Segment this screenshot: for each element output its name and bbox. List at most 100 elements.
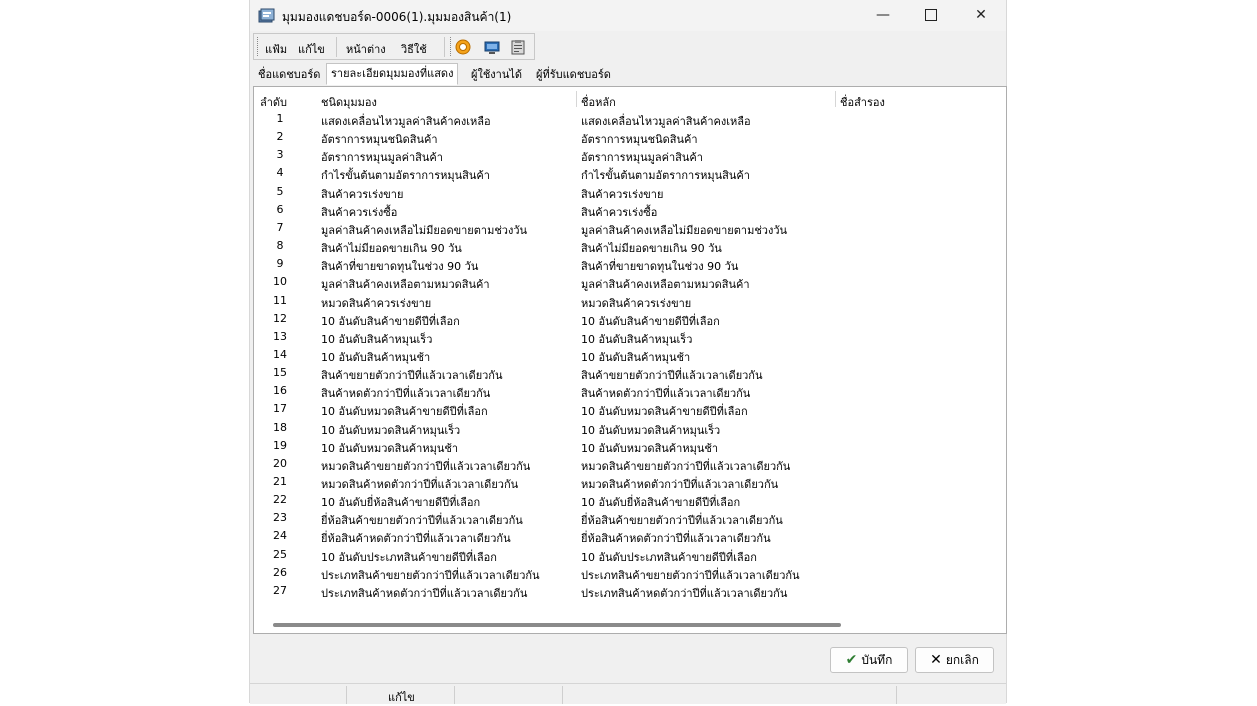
tab-view-details[interactable]: รายละเอียดมุมมองที่แสดง — [326, 63, 459, 85]
table-row[interactable]: 20 หมวดสินค้าขยายตัวกว่าปีที่แล้วเวลาเดีย… — [254, 455, 1004, 473]
dashboard-view-window: มุมมองแดชบอร์ด-0006(1).มุมมองสินค้า(1) —… — [249, 0, 1007, 704]
table-row[interactable]: 10 มูลค่าสินค้าคงเหลือตามหมวดสินค้า มูลค่า… — [254, 273, 1004, 291]
toolbar-separator — [444, 37, 445, 57]
status-mode: แก้ไข — [388, 691, 415, 704]
title-bar[interactable]: มุมมองแดชบอร์ด-0006(1).มุมมองสินค้า(1) —… — [250, 0, 1006, 31]
table-row[interactable]: 15 สินค้าขยายตัวกว่าปีที่แล้วเวลาเดียวกัน… — [254, 364, 1004, 382]
x-icon: ✕ — [930, 652, 942, 668]
window-title: มุมมองแดชบอร์ด-0006(1).มุมมองสินค้า(1) — [282, 10, 512, 24]
row-seq-cell: 5 — [276, 184, 284, 198]
cancel-button-label: ยกเลิก — [945, 653, 979, 667]
row-seq-cell: 23 — [273, 511, 287, 525]
row-type-cell: ประเภทสินค้าหดตัวกว่าปีที่แล้วเวลาเดียวก… — [321, 586, 528, 600]
row-seq-cell: 11 — [273, 293, 287, 307]
table-row[interactable]: 8 สินค้าไม่มียอดขายเกิน 90 วัน สินค้าไม่มี… — [254, 237, 1004, 255]
column-header-alt-name[interactable]: ชื่อสำรอง — [840, 93, 885, 111]
table-row[interactable]: 27 ประเภทสินค้าหดตัวกว่าปีที่แล้วเวลาเดีย… — [254, 582, 1004, 600]
table-row[interactable]: 17 10 อันดับหมวดสินค้าขายดีปีที่เลือก 10 อ… — [254, 400, 1004, 418]
menu-window[interactable]: หน้าต่าง — [346, 40, 386, 58]
monitor-icon[interactable] — [484, 39, 500, 55]
close-icon: ✕ — [975, 7, 987, 23]
table-row[interactable]: 6 สินค้าควรเร่งซื้อ สินค้าควรเร่งซื้อ — [254, 201, 1004, 219]
app-icon — [258, 8, 275, 23]
row-seq-cell: 16 — [273, 384, 287, 398]
tab-allowed-users[interactable]: ผู้ใช้งานได้ — [466, 64, 527, 84]
row-seq-cell: 27 — [273, 583, 287, 597]
column-header-type[interactable]: ชนิดมุมมอง — [321, 93, 377, 111]
clipboard-icon[interactable] — [510, 39, 526, 55]
toolbar-separator — [336, 37, 337, 57]
row-seq-cell: 6 — [276, 202, 284, 216]
row-seq-cell: 2 — [276, 130, 284, 144]
table-row[interactable]: 19 10 อันดับหมวดสินค้าหมุนช้า 10 อันดับหมว… — [254, 437, 1004, 455]
row-seq-cell: 19 — [273, 438, 287, 452]
table-row[interactable]: 24 ยี่ห้อสินค้าหดตัวกว่าปีที่แล้วเวลาเดีย… — [254, 527, 1004, 545]
row-seq-cell: 1 — [276, 112, 284, 125]
row-seq-cell: 14 — [273, 347, 287, 361]
row-seq-cell: 24 — [273, 529, 287, 543]
minimize-icon: — — [876, 7, 890, 23]
table-row[interactable]: 1 แสดงเคลื่อนไหวมูลค่าสินค้าคงเหลือ แสดงเค… — [254, 110, 1004, 128]
refresh-icon[interactable] — [455, 39, 471, 55]
row-seq-cell: 9 — [276, 257, 284, 271]
row-seq-cell: 18 — [273, 420, 287, 434]
column-divider[interactable] — [576, 91, 577, 107]
tab-dashboard-recipients[interactable]: ผู้ที่รับแดชบอร์ด — [531, 64, 616, 84]
view-details-grid[interactable]: ลำดับ ชนิดมุมมอง ชื่อหลัก ชื่อสำรอง 1 แสด… — [253, 86, 1007, 634]
row-seq-cell: 13 — [273, 329, 287, 343]
table-row[interactable]: 22 10 อันดับยี่ห้อสินค้าขายดีปีที่เลือก 10… — [254, 491, 1004, 509]
toolbar-grip[interactable] — [450, 37, 453, 56]
table-row[interactable]: 18 10 อันดับหมวดสินค้าหมุนเร็ว 10 อันดับหม… — [254, 419, 1004, 437]
column-divider[interactable] — [835, 91, 836, 107]
row-seq-cell: 22 — [273, 493, 287, 507]
table-row[interactable]: 26 ประเภทสินค้าขยายตัวกว่าปีที่แล้วเวลาเด… — [254, 564, 1004, 582]
table-row[interactable]: 7 มูลค่าสินค้าคงเหลือไม่มียอดขายตามช่วงวั… — [254, 219, 1004, 237]
horizontal-scrollbar[interactable] — [273, 623, 841, 627]
table-row[interactable]: 13 10 อันดับสินค้าหมุนเร็ว 10 อันดับสินค้า… — [254, 328, 1004, 346]
menu-file[interactable]: แฟ้ม — [265, 40, 287, 58]
minimize-button[interactable]: — — [860, 0, 906, 31]
row-seq-cell: 7 — [276, 220, 284, 234]
table-row[interactable]: 21 หมวดสินค้าหดตัวกว่าปีที่แล้วเวลาเดียวก… — [254, 473, 1004, 491]
row-seq-cell: 12 — [273, 311, 287, 325]
table-row[interactable]: 14 10 อันดับสินค้าหมุนช้า 10 อันดับสินค้าห… — [254, 346, 1004, 364]
menu-help[interactable]: วิธีใช้ — [401, 40, 427, 58]
status-bar: แก้ไข — [250, 683, 1006, 704]
row-seq-cell: 25 — [273, 547, 287, 561]
table-row[interactable]: 9 สินค้าที่ขายขาดทุนในช่วง 90 วัน สินค้าที… — [254, 255, 1004, 273]
table-row[interactable]: 16 สินค้าหดตัวกว่าปีที่แล้วเวลาเดียวกัน สิ… — [254, 382, 1004, 400]
save-button[interactable]: ✔ บันทึก — [830, 647, 908, 673]
table-row[interactable]: 2 อัตราการหมุนชนิดสินค้า อัตราการหมุนชนิดส… — [254, 128, 1004, 146]
row-seq-cell: 3 — [276, 148, 284, 162]
cancel-button[interactable]: ✕ ยกเลิก — [915, 647, 994, 673]
close-button[interactable]: ✕ — [958, 0, 1004, 31]
table-row[interactable]: 11 หมวดสินค้าควรเร่งขาย หมวดสินค้าควรเร่งข… — [254, 292, 1004, 310]
maximize-button[interactable] — [908, 0, 954, 31]
row-seq-cell: 17 — [273, 402, 287, 416]
table-row[interactable]: 25 10 อันดับประเภทสินค้าขายดีปีที่เลือก 10… — [254, 546, 1004, 564]
table-row[interactable]: 4 กำไรขั้นต้นตามอัตราการหมุนสินค้า กำไรขั้… — [254, 164, 1004, 182]
table-row[interactable]: 23 ยี่ห้อสินค้าขยายตัวกว่าปีที่แล้วเวลาเด… — [254, 509, 1004, 527]
save-button-label: บันทึก — [861, 653, 893, 667]
row-seq-cell: 15 — [273, 366, 287, 380]
row-seq-cell: 26 — [273, 565, 287, 579]
row-seq-cell: 21 — [273, 475, 287, 488]
menu-toolbar: แฟ้ม แก้ไข หน้าต่าง วิธีใช้ — [253, 33, 535, 60]
toolbar-grip[interactable] — [257, 37, 260, 56]
row-main-name-cell: ประเภทสินค้าหดตัวกว่าปีที่แล้วเวลาเดียวก… — [581, 586, 788, 600]
maximize-icon — [925, 9, 937, 21]
status-divider — [346, 686, 347, 704]
table-row[interactable]: 12 10 อันดับสินค้าขายดีปีที่เลือก 10 อันดั… — [254, 310, 1004, 328]
row-seq-cell: 8 — [276, 239, 284, 253]
column-header-seq[interactable]: ลำดับ — [260, 93, 287, 111]
status-divider — [896, 686, 897, 704]
table-row[interactable]: 5 สินค้าควรเร่งขาย สินค้าควรเร่งขาย — [254, 183, 1004, 201]
check-icon: ✔ — [845, 652, 858, 668]
tab-dashboard-name[interactable]: ชื่อแดชบอร์ด — [253, 64, 325, 84]
row-seq-cell: 20 — [273, 456, 287, 470]
column-header-main-name[interactable]: ชื่อหลัก — [581, 93, 616, 111]
status-divider — [562, 686, 563, 704]
table-row[interactable]: 3 อัตราการหมุนมูลค่าสินค้า อัตราการหมุนมูล… — [254, 146, 1004, 164]
menu-edit[interactable]: แก้ไข — [298, 40, 325, 58]
row-seq-cell: 10 — [273, 275, 287, 289]
